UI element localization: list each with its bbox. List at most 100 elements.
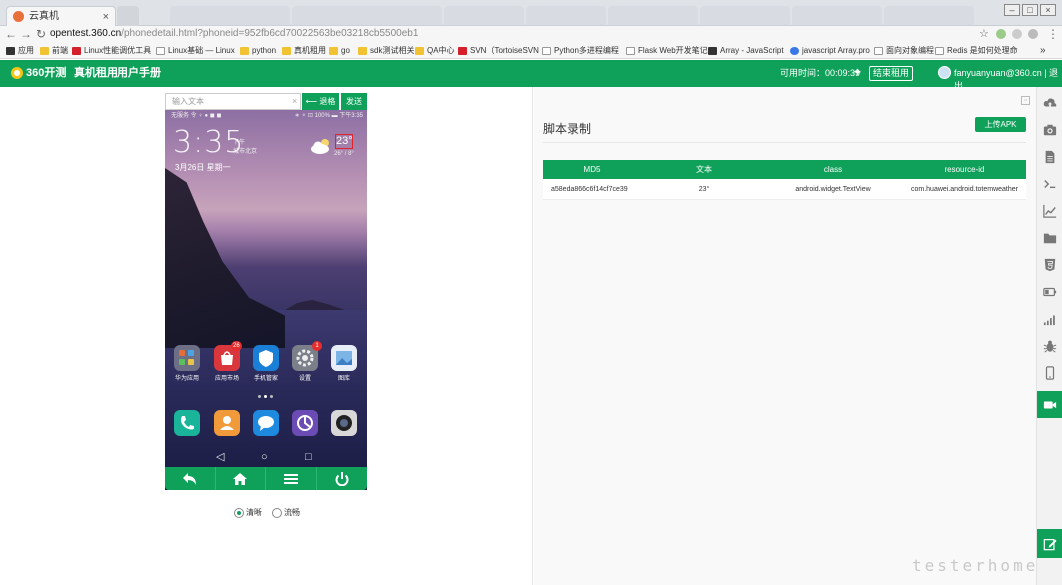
new-tab-button[interactable] — [117, 6, 139, 26]
avatar[interactable] — [938, 66, 951, 79]
clock-ampm: 下午 — [233, 140, 246, 146]
forward-arrow-icon[interactable]: → — [19, 27, 33, 41]
end-rent-button[interactable]: 结束租用 — [869, 66, 914, 81]
battery-icon[interactable] — [1037, 278, 1062, 305]
upload-apk-button[interactable]: 上传APK — [975, 117, 1026, 132]
browser-tab[interactable] — [292, 6, 442, 26]
quality-smooth-radio[interactable] — [272, 508, 282, 518]
bookmark-star-icon[interactable]: ☆ — [979, 27, 989, 40]
text-input[interactable] — [165, 93, 301, 110]
clear-input-icon[interactable]: × — [292, 96, 297, 106]
dialer-icon[interactable] — [174, 410, 200, 436]
quality-hd-radio[interactable] — [234, 508, 244, 518]
browser-tab[interactable] — [700, 6, 790, 26]
nav-home-key[interactable]: ○ — [261, 451, 268, 464]
browser-tab[interactable] — [884, 6, 974, 26]
app-label: 设置 — [298, 376, 311, 382]
cell-text: 23° — [698, 186, 710, 193]
chart-line-icon[interactable] — [1037, 197, 1062, 224]
browser-tab-active[interactable]: 云真机 × — [6, 6, 116, 26]
html5-icon[interactable] — [1037, 251, 1062, 278]
home-icon — [233, 473, 248, 485]
bug-icon[interactable] — [1037, 332, 1062, 359]
extend-time-button[interactable]: + — [854, 65, 861, 80]
bookmark-item[interactable]: Linux基础 — Linux — [156, 45, 235, 57]
weather-temp-highlight[interactable]: 23° — [335, 134, 353, 149]
bookmark-item[interactable]: javascript Array.pro — [790, 45, 870, 57]
bookmark-item[interactable]: Redis 是如何处理命 — [935, 45, 1018, 57]
huawei-apps-folder-icon[interactable] — [174, 345, 200, 371]
power-button[interactable] — [317, 467, 368, 490]
bookmark-item[interactable]: python — [240, 45, 276, 57]
cell-md5: a58eda866c6f14cf7ce39 — [551, 186, 628, 193]
browser-tab[interactable] — [608, 6, 698, 26]
nav-rent-phone[interactable]: 真机租用 — [74, 66, 118, 81]
page-indicator-active — [264, 395, 267, 398]
menu-kebab-icon[interactable]: ⋮ — [1046, 27, 1060, 41]
close-tab-icon[interactable]: × — [103, 7, 109, 26]
bookmark-item[interactable]: 面向对象编程 — [874, 45, 934, 57]
bookmark-item[interactable]: sdk测试相关 — [358, 45, 414, 57]
extension-icon[interactable] — [1012, 29, 1022, 39]
menu-button[interactable] — [266, 467, 317, 490]
table-row[interactable]: a58eda866c6f14cf7ce39 23° android.widget… — [543, 179, 1026, 200]
bookmark-item[interactable]: 真机租用 — [282, 45, 326, 57]
maximize-icon[interactable]: □ — [1022, 4, 1038, 16]
weather-cloud-icon — [311, 139, 329, 154]
document-icon[interactable] — [1037, 143, 1062, 170]
send-button[interactable]: 发送 — [340, 93, 367, 110]
bookmark-item[interactable]: go — [329, 45, 350, 57]
url-field[interactable]: opentest.360.cn/phonedetail.html?phoneid… — [50, 27, 418, 41]
bookmark-item[interactable]: 前端 — [40, 45, 68, 57]
folder-icon[interactable] — [1037, 224, 1062, 251]
home-button[interactable] — [216, 467, 266, 490]
nav-back-key[interactable]: ◁ — [216, 451, 224, 464]
logo[interactable]: 360开测 — [11, 66, 66, 81]
upload-cloud-icon[interactable] — [1037, 89, 1062, 116]
browser-icon[interactable] — [292, 410, 318, 436]
browser-tab[interactable] — [170, 6, 290, 26]
back-button[interactable] — [165, 467, 216, 490]
app-header: 360开测 真机租用 用户手册 可用时间：00:09:39 + 结束租用 fan… — [0, 60, 1062, 91]
logo-icon — [11, 67, 23, 79]
terminal-icon[interactable] — [1037, 170, 1062, 197]
nav-user-manual[interactable]: 用户手册 — [117, 66, 161, 81]
back-arrow-icon[interactable]: ← — [4, 27, 18, 41]
weather-temp-range: 26° / 8° — [334, 151, 354, 157]
camera-app-icon[interactable] — [331, 410, 357, 436]
nav-recents-key[interactable]: □ — [305, 451, 312, 464]
phone-manager-icon[interactable] — [253, 345, 279, 371]
app-label: 图库 — [337, 376, 350, 382]
power-icon — [335, 472, 349, 487]
gallery-icon[interactable] — [331, 345, 357, 371]
browser-tab[interactable] — [792, 6, 882, 26]
edit-icon[interactable] — [1037, 529, 1062, 558]
collapse-panel-icon[interactable]: ▫ — [1021, 96, 1030, 105]
contacts-icon[interactable] — [214, 410, 240, 436]
backspace-button[interactable]: ⟵ 退格 — [302, 93, 339, 110]
signal-icon[interactable] — [1037, 305, 1062, 332]
extension-icon[interactable] — [996, 29, 1006, 39]
minimize-icon[interactable]: – — [1004, 4, 1020, 16]
bookmark-item[interactable]: Python多进程编程 — [542, 45, 619, 57]
camera-icon[interactable] — [1037, 116, 1062, 143]
video-icon[interactable] — [1037, 391, 1062, 418]
reload-icon[interactable]: ↻ — [34, 27, 48, 41]
bookmarks-more-button[interactable]: » — [1040, 45, 1046, 57]
close-window-icon[interactable]: × — [1040, 4, 1056, 16]
bookmark-item[interactable]: Flask Web开发笔记 — [626, 45, 708, 57]
bookmark-item[interactable]: Linux性能调优工具 — [72, 45, 151, 57]
page-indicator — [258, 395, 261, 398]
app-label: 手机管家 — [253, 376, 278, 382]
app-label: 华为应用 — [174, 376, 199, 382]
phone-icon[interactable] — [1037, 359, 1062, 386]
phone-screen[interactable]: 无服务 令 ♀ ● ◼ ◼ ∗ ⚬ ⊡ 100% ▬ 下午3:35 3:35 下… — [165, 110, 367, 490]
messages-icon[interactable] — [253, 410, 279, 436]
extension-icon[interactable] — [1028, 29, 1038, 39]
bookmark-item[interactable]: Array - JavaScript — [708, 45, 784, 57]
bookmark-apps[interactable]: 应用 — [6, 45, 34, 57]
bookmark-item[interactable]: SVN（TortoiseSVN — [458, 45, 539, 57]
browser-tab[interactable] — [444, 6, 524, 26]
bookmark-item[interactable]: QA中心 — [415, 45, 455, 57]
browser-tab[interactable] — [526, 6, 606, 26]
